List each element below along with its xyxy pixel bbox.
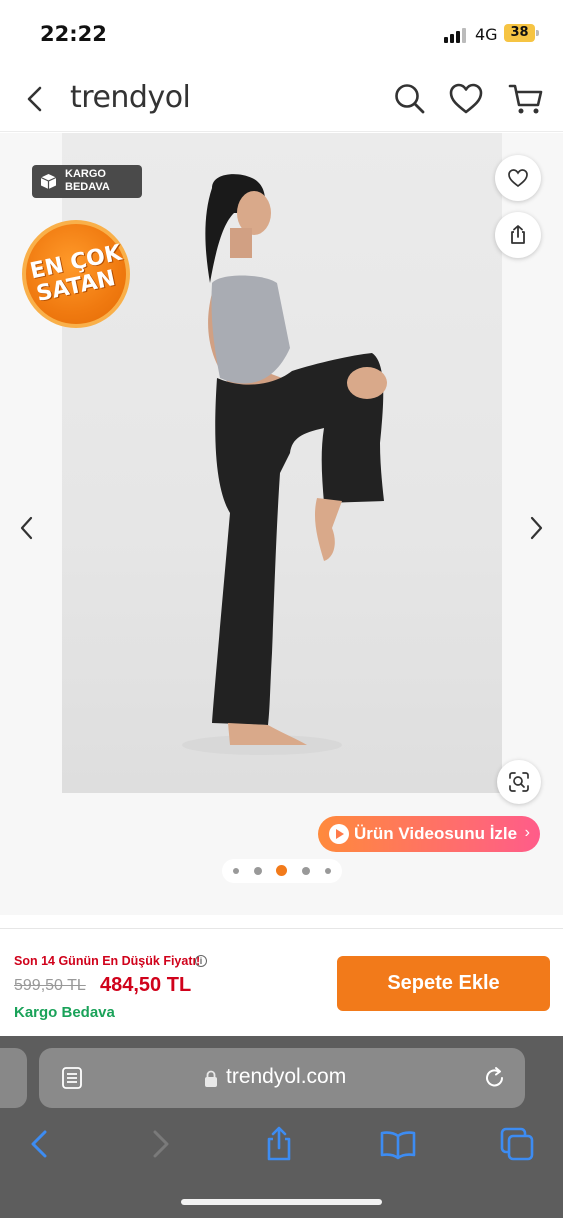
signal-icon — [444, 28, 466, 43]
battery-icon: 38 — [504, 24, 539, 42]
status-time: 22:22 — [40, 22, 107, 46]
camera-scan-icon — [509, 772, 529, 792]
free-shipping-badge: KARGO BEDAVA — [32, 165, 142, 198]
browser-forward-icon[interactable] — [140, 1124, 180, 1164]
status-bar: 22:22 4G 38 — [0, 0, 563, 66]
favorite-button[interactable] — [495, 155, 541, 201]
tabs-icon[interactable] — [497, 1124, 537, 1164]
address-bar[interactable]: trendyol.com — [39, 1048, 525, 1108]
pagination-dot[interactable] — [302, 867, 310, 875]
pagination-dot[interactable] — [233, 868, 239, 874]
watch-video-button[interactable]: Ürün Videosunu İzle › — [318, 816, 540, 852]
battery-level: 38 — [510, 25, 529, 40]
image-pagination — [222, 859, 342, 883]
share-icon — [511, 225, 525, 244]
reload-icon[interactable] — [483, 1065, 507, 1091]
favorites-heart-icon[interactable] — [447, 80, 485, 118]
heart-icon — [508, 169, 528, 188]
add-to-cart-button[interactable]: Sepete Ekle — [337, 956, 550, 1011]
package-icon — [40, 174, 57, 189]
lock-icon — [205, 1070, 217, 1087]
lowest-price-label: Son 14 Günün En Düşük Fiyatı! — [14, 954, 201, 968]
kargo-badge-line1: KARGO — [65, 168, 106, 180]
next-image-arrow-icon[interactable] — [524, 513, 548, 543]
bookmarks-icon[interactable] — [378, 1124, 418, 1164]
pagination-dot[interactable] — [325, 868, 331, 874]
pagination-dot[interactable] — [254, 867, 262, 875]
share-button[interactable] — [495, 212, 541, 258]
product-page: 22:22 4G 38 trendyol KARGO BEDAVA EN ÇOK… — [0, 0, 563, 1218]
chevron-right-icon: › — [524, 824, 530, 841]
old-price: 599,50 TL — [14, 977, 86, 994]
watch-video-label: Ürün Videosunu İzle — [354, 824, 518, 843]
visual-search-button[interactable] — [497, 760, 541, 804]
best-seller-badge: EN ÇOK SATAN — [22, 220, 130, 328]
product-gallery[interactable]: KARGO BEDAVA EN ÇOK SATAN Ürün Videosunu… — [0, 133, 563, 915]
home-indicator[interactable] — [181, 1199, 382, 1205]
pagination-dot-active[interactable] — [276, 865, 287, 876]
prev-image-arrow-icon[interactable] — [15, 513, 39, 543]
browser-share-icon[interactable] — [259, 1124, 299, 1164]
browser-back-icon[interactable] — [20, 1124, 60, 1164]
info-icon[interactable]: i — [195, 955, 207, 967]
search-icon[interactable] — [390, 80, 428, 118]
trendyol-logo[interactable]: trendyol — [70, 80, 191, 115]
product-image[interactable] — [62, 133, 502, 793]
kargo-badge-line2: BEDAVA — [65, 181, 110, 193]
free-cargo-label: Kargo Bedava — [14, 1004, 115, 1021]
app-header: trendyol — [0, 66, 563, 132]
previous-tab-edge[interactable] — [0, 1048, 27, 1108]
cart-icon[interactable] — [507, 80, 545, 118]
add-to-cart-bar: Son 14 Günün En Düşük Fiyatı! i 599,50 T… — [0, 928, 563, 1036]
current-price: 484,50 TL — [100, 974, 192, 996]
product-model-illustration — [182, 174, 387, 755]
url-text: trendyol.com — [226, 1065, 347, 1088]
back-arrow-icon[interactable] — [20, 82, 50, 116]
network-type: 4G — [475, 25, 498, 44]
browser-toolbar: trendyol.com — [0, 1036, 563, 1218]
reader-mode-icon[interactable] — [61, 1066, 83, 1090]
play-icon — [329, 824, 349, 844]
